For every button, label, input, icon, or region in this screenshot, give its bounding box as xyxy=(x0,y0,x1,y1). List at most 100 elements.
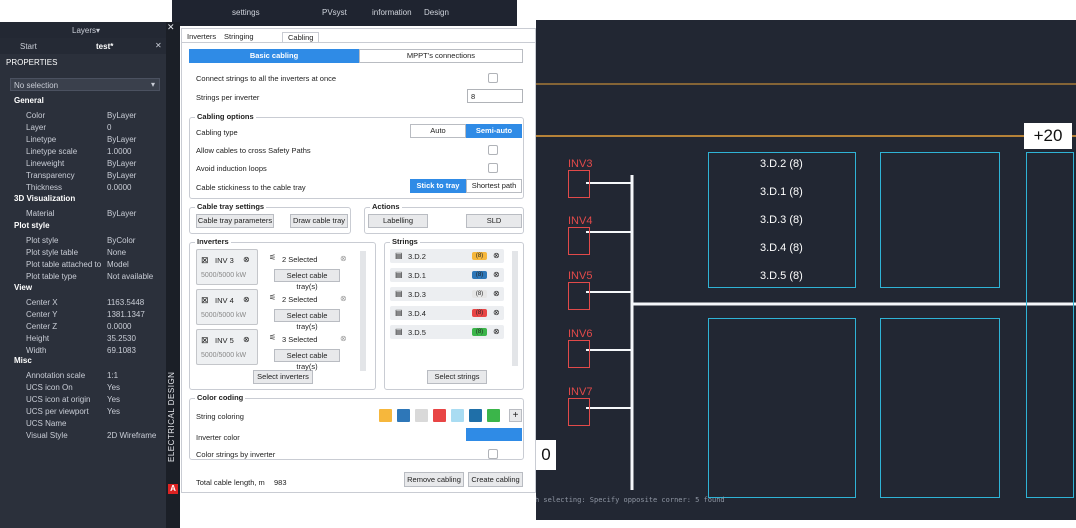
inverter-block[interactable] xyxy=(568,227,590,255)
stick-to-tray-button[interactable]: Stick to tray xyxy=(410,179,466,193)
pv-table-group[interactable] xyxy=(1026,152,1074,498)
labelling-button[interactable]: Labelling xyxy=(368,214,428,228)
string-row[interactable]: ▤ 3.D.1 (8) ⊗ xyxy=(390,268,504,282)
property-row[interactable]: UCS icon at origin Yes xyxy=(0,394,172,405)
drawing-canvas[interactable]: INV3 INV4 INV5 INV6 INV7 3.D.2 (8) 3.D.1… xyxy=(536,20,1076,520)
property-row[interactable]: Visual Style 2D Wireframe xyxy=(0,430,172,441)
draw-cable-tray-button[interactable]: Draw cable tray xyxy=(290,214,348,228)
remove-cabling-button[interactable]: Remove cabling xyxy=(404,472,464,487)
property-row[interactable]: Lineweight ByLayer xyxy=(0,158,172,169)
palette-swatch[interactable] xyxy=(433,409,446,422)
create-cabling-button[interactable]: Create cabling xyxy=(468,472,523,487)
inverter-card[interactable]: ⊠ INV 3 ⊗ 5000/5000 kW xyxy=(196,249,258,285)
tab-start[interactable]: Start xyxy=(20,42,37,51)
cable-tray-parameters-button[interactable]: Cable tray parameters xyxy=(196,214,274,228)
property-row[interactable]: Plot style table None xyxy=(0,247,172,258)
shortest-path-button[interactable]: Shortest path xyxy=(466,179,522,193)
strings-scrollbar[interactable] xyxy=(512,251,518,366)
inverter-block[interactable] xyxy=(568,282,590,310)
inverter-card[interactable]: ⊠ INV 5 ⊗ 5000/5000 kW xyxy=(196,329,258,365)
property-row[interactable]: UCS icon On Yes xyxy=(0,382,172,393)
tab-cabling[interactable]: Cabling xyxy=(282,32,320,42)
property-row[interactable]: Linetype ByLayer xyxy=(0,134,172,145)
auto-button[interactable]: Auto xyxy=(410,124,466,138)
add-color-button[interactable]: + xyxy=(509,409,522,422)
property-row[interactable]: Center X 1163.5448 xyxy=(0,297,172,308)
string-row[interactable]: ▤ 3.D.4 (8) ⊗ xyxy=(390,306,504,320)
section-misc[interactable]: Misc xyxy=(14,356,32,365)
property-row[interactable]: Transparency ByLayer xyxy=(0,170,172,181)
property-row[interactable]: Annotation scale 1:1 xyxy=(0,370,172,381)
clear-icon[interactable]: ⊗ xyxy=(340,334,347,343)
tab-test[interactable]: test* xyxy=(96,42,113,51)
remove-icon[interactable]: ⊗ xyxy=(493,289,500,298)
remove-icon[interactable]: ⊗ xyxy=(243,255,250,264)
property-row[interactable]: UCS per viewport Yes xyxy=(0,406,172,417)
palette-swatch[interactable] xyxy=(379,409,392,422)
pv-table-group[interactable] xyxy=(880,152,1000,288)
inverter-color-swatch[interactable] xyxy=(466,428,522,441)
ribbon-tab-design[interactable]: Design xyxy=(424,8,449,17)
avoid-loops-checkbox[interactable] xyxy=(488,163,498,173)
select-inverters-button[interactable]: Select inverters xyxy=(253,370,313,384)
property-row[interactable]: Color ByLayer xyxy=(0,110,172,121)
connect-all-checkbox[interactable] xyxy=(488,73,498,83)
palette-swatch[interactable] xyxy=(451,409,464,422)
palette-swatch[interactable] xyxy=(415,409,428,422)
tab-inverters[interactable]: Inverters xyxy=(187,32,216,41)
select-cable-tray-button[interactable]: Select cable tray(s) xyxy=(274,269,340,291)
property-row[interactable]: Plot style ByColor xyxy=(0,235,172,246)
strings-per-inverter-input[interactable]: 8 xyxy=(467,89,523,103)
mppt-connections-tab[interactable]: MPPT's connections xyxy=(359,49,523,63)
close-icon[interactable]: ✕ xyxy=(155,41,162,50)
pv-table-group[interactable] xyxy=(880,318,1000,498)
remove-icon[interactable]: ⊗ xyxy=(493,327,500,336)
palette-swatch[interactable] xyxy=(487,409,500,422)
inverter-block[interactable] xyxy=(568,170,590,198)
property-row[interactable]: Plot table attached to Model xyxy=(0,259,172,270)
palette-swatch[interactable] xyxy=(469,409,482,422)
remove-icon[interactable]: ⊗ xyxy=(493,308,500,317)
section-general[interactable]: General xyxy=(14,96,44,105)
property-row[interactable]: Plot table type Not available xyxy=(0,271,172,282)
select-cable-tray-button[interactable]: Select cable tray(s) xyxy=(274,309,340,331)
clear-icon[interactable]: ⊗ xyxy=(340,254,347,263)
string-row[interactable]: ▤ 3.D.3 (8) ⊗ xyxy=(390,287,504,301)
property-row[interactable]: Center Y 1381.1347 xyxy=(0,309,172,320)
pv-table-group[interactable] xyxy=(708,318,856,498)
close-icon[interactable]: ✕ xyxy=(167,22,175,33)
selection-dropdown[interactable]: No selection ▾ xyxy=(10,78,160,91)
string-row[interactable]: ▤ 3.D.5 (8) ⊗ xyxy=(390,325,504,339)
section-view[interactable]: View xyxy=(14,283,32,292)
palette-swatch[interactable] xyxy=(397,409,410,422)
inverters-scrollbar[interactable] xyxy=(360,251,366,371)
remove-icon[interactable]: ⊗ xyxy=(493,270,500,279)
inverter-block[interactable] xyxy=(568,340,590,368)
layers-dropdown[interactable]: Layers ▾ xyxy=(0,22,172,38)
remove-icon[interactable]: ⊗ xyxy=(493,251,500,260)
remove-icon[interactable]: ⊗ xyxy=(243,335,250,344)
semi-auto-button[interactable]: Semi-auto xyxy=(466,124,522,138)
basic-cabling-tab[interactable]: Basic cabling xyxy=(189,49,359,63)
string-row[interactable]: ▤ 3.D.2 (8) ⊗ xyxy=(390,249,504,263)
inverter-block[interactable] xyxy=(568,398,590,426)
section-3d-visualization[interactable]: 3D Visualization xyxy=(14,194,75,203)
property-row[interactable]: Width 69.1083 xyxy=(0,345,172,356)
section-plot-style[interactable]: Plot style xyxy=(14,221,50,230)
allow-cross-checkbox[interactable] xyxy=(488,145,498,155)
ribbon-tab-pvsyst[interactable]: PVsyst xyxy=(322,8,347,17)
property-row[interactable]: Thickness 0.0000 xyxy=(0,182,172,193)
property-row[interactable]: UCS Name xyxy=(0,418,172,429)
property-row[interactable]: Linetype scale 1.0000 xyxy=(0,146,172,157)
property-row[interactable]: Material ByLayer xyxy=(0,208,172,219)
inverter-card[interactable]: ⊠ INV 4 ⊗ 5000/5000 kW xyxy=(196,289,258,325)
command-line[interactable]: enter to finish selecting: Specify oppos… xyxy=(536,496,776,504)
tab-stringing[interactable]: Stringing xyxy=(224,32,254,41)
select-strings-button[interactable]: Select strings xyxy=(427,370,487,384)
property-row[interactable]: Center Z 0.0000 xyxy=(0,321,172,332)
color-by-inverter-checkbox[interactable] xyxy=(488,449,498,459)
property-row[interactable]: Layer 0 xyxy=(0,122,172,133)
sld-button[interactable]: SLD xyxy=(466,214,522,228)
select-cable-tray-button[interactable]: Select cable tray(s) xyxy=(274,349,340,371)
ribbon-tab-information[interactable]: information xyxy=(372,8,412,17)
